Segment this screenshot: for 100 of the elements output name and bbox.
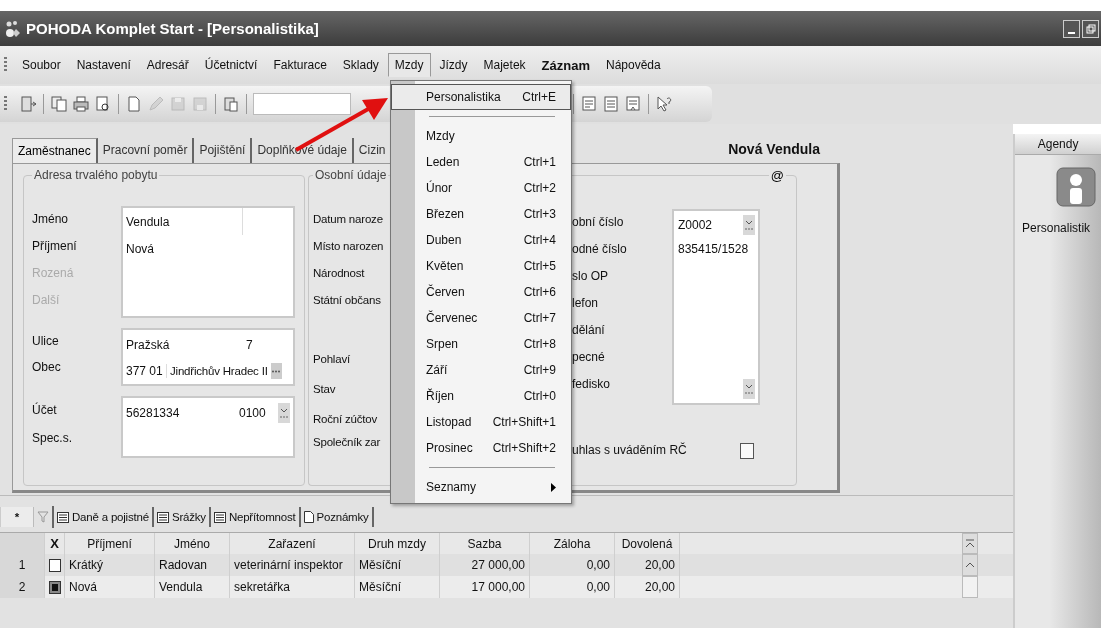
menu-item[interactable]: Mzdy [391,123,571,149]
tab[interactable]: Zaměstnanec [12,138,98,163]
filter-tab[interactable] [34,506,54,528]
menu-item[interactable]: Leden Ctrl+1 [391,149,571,175]
scroll-up-button[interactable] [962,554,979,576]
field-label: dělání [572,322,606,339]
id-field[interactable]: Z0002 835415/1528 [672,209,760,405]
table-cell: Měsíční [355,576,440,598]
caret-icon [280,407,288,419]
menu-item[interactable]: Duben Ctrl+4 [391,227,571,253]
checkbox[interactable] [48,558,61,572]
menu-item[interactable]: Jízdy [432,53,475,77]
menu-item[interactable]: Říjen Ctrl+0 [391,383,571,409]
menu-item[interactable]: Září Ctrl+9 [391,357,571,383]
address-field[interactable]: Pražská 7 377 01 Jindřichův Hradec II [121,328,295,386]
field-label: Ulice [32,333,60,350]
menu-item[interactable]: Soubor [15,53,68,77]
search-field[interactable] [253,93,351,115]
employee-name-heading: Nová Vendula [728,141,820,159]
copy-icon[interactable] [50,95,68,113]
field-label: Roční zúčtov [313,412,379,427]
scroll-top-icon [965,538,976,549]
menu-item[interactable]: Majetek [476,53,533,77]
note-icon [303,511,314,523]
field-label: Jméno [32,211,70,228]
email-marker: @ [769,168,785,183]
minimize-button[interactable] [1063,19,1080,38]
browse-button[interactable] [270,363,282,379]
dropdown-button[interactable] [743,215,755,235]
new-document-icon[interactable] [125,95,143,113]
row-number: 1 [0,554,45,576]
menu-item[interactable]: Březen Ctrl+3 [391,201,571,227]
caret-icon [745,219,753,231]
scroll-up-icon [965,560,976,570]
field-label: Místo narozen [313,239,385,254]
account-field[interactable]: 56281334 0100 [121,396,295,458]
name-field[interactable]: Vendula Nová [121,206,295,318]
field-value: 377 01 [126,364,167,378]
menu-item[interactable]: Květen Ctrl+5 [391,253,571,279]
menu-item[interactable]: Červen Ctrl+6 [391,279,571,305]
field-value: Nová [126,241,154,256]
field-label: Účet [32,401,58,419]
field-label: Národnost [313,266,366,281]
checkbox[interactable] [740,442,754,459]
sidebar-header: Agendy [1015,134,1101,155]
checkbox[interactable] [48,580,61,594]
window-title: POHODA Komplet Start - [Personalistika] [26,20,319,37]
dropdown-button[interactable] [743,379,755,399]
menu-item[interactable]: Personalistika Ctrl+E [391,84,571,110]
menu-item[interactable]: Únor Ctrl+2 [391,175,571,201]
agenda-label[interactable]: Personalistik [1020,221,1091,235]
field-value: Jindřichův Hradec II [169,365,268,377]
menu-item[interactable]: Seznamy [391,474,571,500]
print-preview-icon[interactable] [94,95,112,113]
field-label: odné číslo [572,241,628,258]
help-pointer-icon[interactable] [655,95,673,113]
app-logo-icon [4,19,22,38]
tab[interactable]: Poznámky [300,507,374,527]
field-value: 835415/1528 [678,242,749,256]
menu-item[interactable]: Fakturace [266,53,334,77]
field-label: Stav [313,382,337,397]
menu-item[interactable]: Červenec Ctrl+7 [391,305,571,331]
restore-button[interactable] [1082,19,1099,38]
menu-item[interactable]: Sklady [335,53,386,77]
menu-item[interactable]: Nápověda [598,53,668,77]
list-icon[interactable] [624,95,642,113]
person-icon[interactable] [1056,167,1097,207]
field-value: Pražská [126,338,171,352]
table-cell: Nová [65,576,155,598]
tab[interactable]: Daně a pojistné [54,507,154,527]
table-cell: 17 000,00 [440,576,530,598]
list-icon[interactable] [580,95,598,113]
field-label: Další [32,292,61,309]
menu-item[interactable]: Listopad Ctrl+Shift+1 [391,409,571,435]
menu-item[interactable]: Nastavení [69,53,138,77]
scroll-top-button[interactable] [962,533,979,554]
list-icon [57,511,69,523]
tab[interactable]: Srážky [153,507,211,527]
tab[interactable]: * [0,507,34,527]
door-icon[interactable] [19,95,37,113]
filter-icon [37,510,49,524]
menu-item[interactable]: Účetnictví [197,53,265,77]
field-value: Z0002 [678,218,713,232]
restore-icon [1085,23,1096,34]
menu-item[interactable]: Záznam [534,52,597,78]
field-label: Rozená [32,265,75,282]
tab[interactable]: Nepřítomnost [210,507,301,527]
list-icon[interactable] [602,95,620,113]
field-label: Příjmení [32,238,78,255]
menu-item[interactable]: Adresář [139,53,196,77]
menu-item[interactable]: Mzdy [387,53,431,77]
clipboard-icon[interactable] [222,95,240,113]
table-cell: Vendula [155,576,230,598]
printer-icon[interactable] [72,95,90,113]
dropdown-button[interactable] [278,403,290,423]
menu-item[interactable]: Srpen Ctrl+8 [391,331,571,357]
menu-item[interactable]: Prosinec Ctrl+Shift+2 [391,435,571,461]
field-label: uhlas s uváděním RČ [572,441,688,459]
scrollbar-thumb[interactable] [962,576,979,598]
field-label: obní číslo [572,214,625,231]
